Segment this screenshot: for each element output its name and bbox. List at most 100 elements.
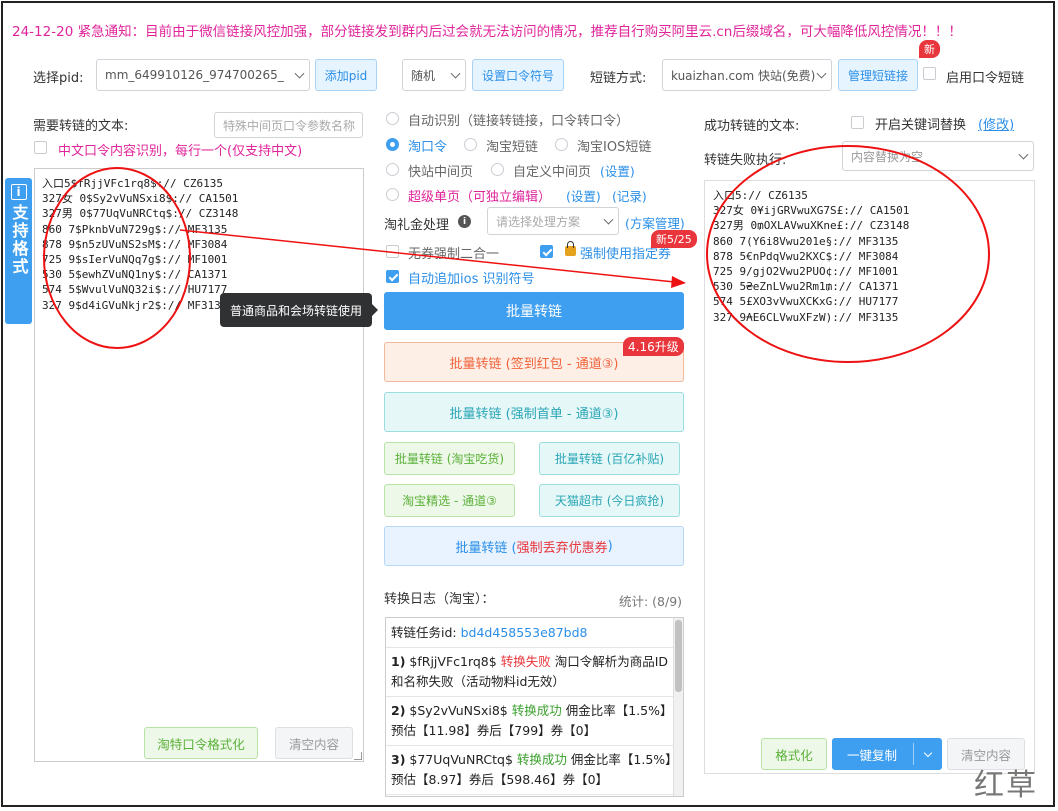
short-link-select[interactable]: kuaizhan.com 快站(免费) <box>662 59 832 91</box>
log-scrollbar[interactable] <box>673 618 683 796</box>
chevron-down-icon <box>294 68 305 79</box>
log-index: 3) <box>391 752 406 767</box>
task-id: bd4d458553e87bd8 <box>460 625 588 640</box>
info-icon: i <box>10 184 27 200</box>
super-record-link[interactable]: (记录) <box>612 186 647 205</box>
keyword-replace-label: 开启关键词替换 <box>875 118 967 133</box>
source-line: 860 7$PknbVuN729g$:// MF3135 <box>42 222 228 236</box>
force-coupon-checkbox[interactable] <box>540 245 553 258</box>
log-code: $77UqVuNRCtq$ <box>409 752 513 767</box>
fail-action-select[interactable]: 内容替换为空 <box>842 141 1034 171</box>
result-line: 725 9/gjO2Vwu2PUO¢:// MF1001 <box>713 265 899 279</box>
mode-custom-radio[interactable] <box>491 163 504 176</box>
watermark: 红草 <box>974 768 1038 803</box>
chevron-down-icon <box>450 68 461 79</box>
result-text-title: 成功转链的文本: <box>704 119 800 134</box>
mode-auto-label: 自动识别（链接转链接，口令转口令） <box>408 114 630 129</box>
copy-label: 一键复制 <box>847 747 898 763</box>
tooltip: 普通商品和会场转链使用 <box>220 293 372 327</box>
mode-short-radio[interactable] <box>464 138 477 151</box>
batch-first-order-button[interactable]: 批量转链 (强制首单 - 通道③) <box>384 392 684 432</box>
fail-action-label: 转链失败执行: <box>704 153 787 168</box>
source-line: 327男 0$77UqVuNRCtq$:// CZ3148 <box>42 207 239 221</box>
log-code: $fRjjVFc1rq8$ <box>409 654 497 669</box>
no-coupon-checkbox[interactable] <box>386 245 399 258</box>
manage-short-link-button[interactable]: 管理短链接 <box>838 59 918 91</box>
result-textarea[interactable]: 入口5:// CZ6135 327女 0¥ijGRVwuXG7S£:// CA15… <box>704 180 1035 774</box>
mode-tkl-label: 淘口令 <box>408 140 448 155</box>
support-format-label: 支持格式 <box>9 204 29 276</box>
auto-ios-label: 自动追加ios 识别符号 <box>408 272 535 287</box>
use-code-short-label: 启用口令短链 <box>946 71 1025 86</box>
log-index: 2) <box>391 703 406 718</box>
taobao-jingxuan-button[interactable]: 淘宝精选 - 通道③ <box>384 484 515 517</box>
modify-link[interactable]: (修改) <box>978 114 1014 133</box>
tlj-label: 淘礼金处理 <box>384 218 450 233</box>
special-param-input[interactable]: 特殊中间页口令参数名称 <box>214 112 363 138</box>
source-line: 530 5$ewhZVuNQ1ny$:// CA1371 <box>42 268 228 282</box>
mode-kuaizhan-radio[interactable] <box>386 163 399 176</box>
log-rows: 1) $fRjjVFc1rq8$ 转换失败 淘口令解析为商品ID和名称失败（活动… <box>386 648 683 795</box>
auto-ios-checkbox[interactable] <box>386 270 399 283</box>
log-code: $Sy2vVuNSxi8$ <box>409 703 508 718</box>
mode-short-label: 淘宝短链 <box>486 140 539 155</box>
mode-tkl-radio[interactable] <box>386 138 399 151</box>
source-line: 327女 0$Sy2vVuNSxi8$:// CA1501 <box>42 192 239 206</box>
source-line: 725 9$sIerVuNQq7g$:// MF1001 <box>42 253 228 267</box>
add-pid-button[interactable]: 添加pid <box>315 59 377 91</box>
use-code-short-checkbox[interactable] <box>923 67 936 80</box>
resize-handle[interactable] <box>354 752 362 760</box>
chevron-down-icon[interactable] <box>923 748 933 758</box>
support-format-tab[interactable]: i 支持格式 <box>5 178 32 324</box>
cn-recognize-label: 中文口令内容识别，每行一个(仅支持中文) <box>58 144 303 159</box>
result-text-content: 入口5:// CZ6135 327女 0¥ijGRVwuXG7S£:// CA15… <box>705 181 1034 325</box>
info-circle-icon[interactable]: i <box>458 215 471 228</box>
tmall-market-button[interactable]: 天猫超市 (今日疯抢) <box>539 484 680 517</box>
mode-super-page-radio[interactable] <box>386 188 399 201</box>
batch-chihuo-button[interactable]: 批量转链 (淘宝吃货) <box>384 442 515 475</box>
chevron-down-icon <box>816 68 827 79</box>
taote-format-button[interactable]: 淘特口令格式化 <box>144 727 258 759</box>
mode-ios-short-radio[interactable] <box>555 138 568 151</box>
log-item: 2) $Sy2vVuNSxi8$ 转换成功 佣金比率【1.5%】预估【11.98… <box>386 697 683 746</box>
result-line: 327女 0¥ijGRVwuXG7S£:// CA1501 <box>713 204 910 218</box>
source-text-title: 需要转链的文本: <box>33 119 129 134</box>
format-button[interactable]: 格式化 <box>761 738 827 770</box>
result-line: 入口5:// CZ6135 <box>713 189 808 202</box>
mode-auto-radio[interactable] <box>386 112 399 125</box>
result-line: 327男 0₥OXLAVwuXKne£:// CZ3148 <box>713 219 910 233</box>
batch-drop-red-text: 强制丢弃优惠券 <box>516 540 608 556</box>
super-settings-link[interactable]: (设置) <box>566 186 601 205</box>
batch-convert-button[interactable]: 批量转链 <box>384 292 684 330</box>
batch-baiyi-button[interactable]: 批量转链 (百亿补贴) <box>539 442 680 475</box>
log-index: 1) <box>391 654 406 669</box>
task-label: 转链任务id: <box>391 625 457 640</box>
batch-drop-coupon-button[interactable]: 批量转链 (强制丢弃优惠券) <box>384 526 684 566</box>
short-link-label: 短链方式: <box>590 71 647 86</box>
tlj-plan-select[interactable]: 请选择处理方案 <box>487 207 619 235</box>
result-line: 860 7(Y6i8Vwu201e§:// MF3135 <box>713 234 899 248</box>
new-badge: 新 <box>919 40 940 58</box>
source-textarea[interactable]: 入口5$fRjjVFc1rq8$:// CZ6135 327女 0$Sy2vVuN… <box>34 168 364 762</box>
conversion-log[interactable]: 转链任务id: bd4d458553e87bd8 1) $fRjjVFc1rq8… <box>385 617 684 797</box>
result-line: 574 5£XO3vVwuXCKxG:// HU7177 <box>713 295 899 309</box>
batch-drop-suffix: ) <box>607 538 613 554</box>
result-line: 327 9₳E6CLVwuXFzW):// MF3135 <box>713 310 899 324</box>
log-item: 3) $77UqVuNRCtq$ 转换成功 佣金比率【1.5%】预估【8.97】… <box>386 746 683 795</box>
tooltip-arrow <box>372 304 378 316</box>
mode-ios-short-label: 淘宝IOS短链 <box>577 140 652 155</box>
one-click-copy-button[interactable]: 一键复制 <box>832 738 942 770</box>
new-tag: 新5/25 <box>651 230 697 248</box>
custom-settings-link[interactable]: (设置) <box>600 161 635 180</box>
log-scroll-thumb[interactable] <box>675 620 682 692</box>
pid-select[interactable]: mm_649910126_974700265_ <box>96 59 310 91</box>
log-title: 转换日志（淘宝）： <box>384 592 495 607</box>
keyword-replace-checkbox[interactable] <box>851 116 864 129</box>
batch-drop-prefix: 批量转链 ( <box>455 540 517 556</box>
clear-source-button[interactable]: 清空内容 <box>275 727 353 759</box>
source-line: 878 9$n5zUVuNS2sM$:// MF3084 <box>42 237 228 251</box>
random-select[interactable]: 随机 <box>402 59 466 91</box>
log-item: 1) $fRjjVFc1rq8$ 转换失败 淘口令解析为商品ID和名称失败（活动… <box>386 648 683 697</box>
set-code-symbol-button[interactable]: 设置口令符号 <box>472 59 564 91</box>
cn-recognize-checkbox[interactable] <box>34 141 47 154</box>
